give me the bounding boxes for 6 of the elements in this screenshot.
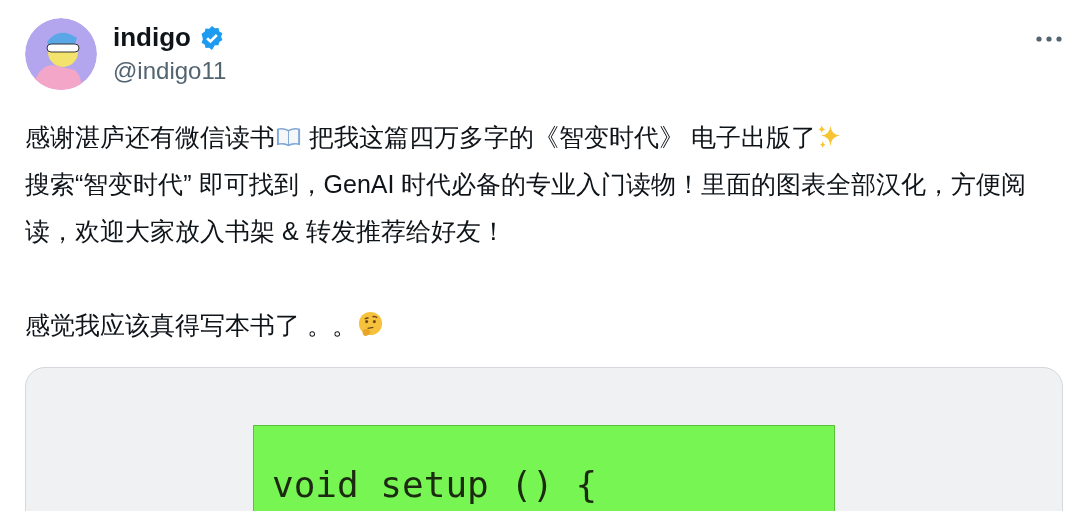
post-text: 感谢湛庐还有微信读书 把我这篇四万多字的《智变时代》 电子出版了 搜索“智变时代” 即可找到，GenAI 时代必备的专业入门读物！里面的图表全部汉化，方便阅读，欢迎大家放入书架 & 转发推荐给好友！ [25, 122, 1028, 247]
media-card[interactable]: void setup () { [25, 367, 1063, 511]
post-text: 感觉我应该真得写本书了 。。 [25, 302, 1061, 349]
author-name[interactable]: indigo [113, 22, 191, 54]
author-handle[interactable]: @indigo11 [113, 57, 227, 86]
lcd-text: void setup () { [272, 464, 598, 505]
